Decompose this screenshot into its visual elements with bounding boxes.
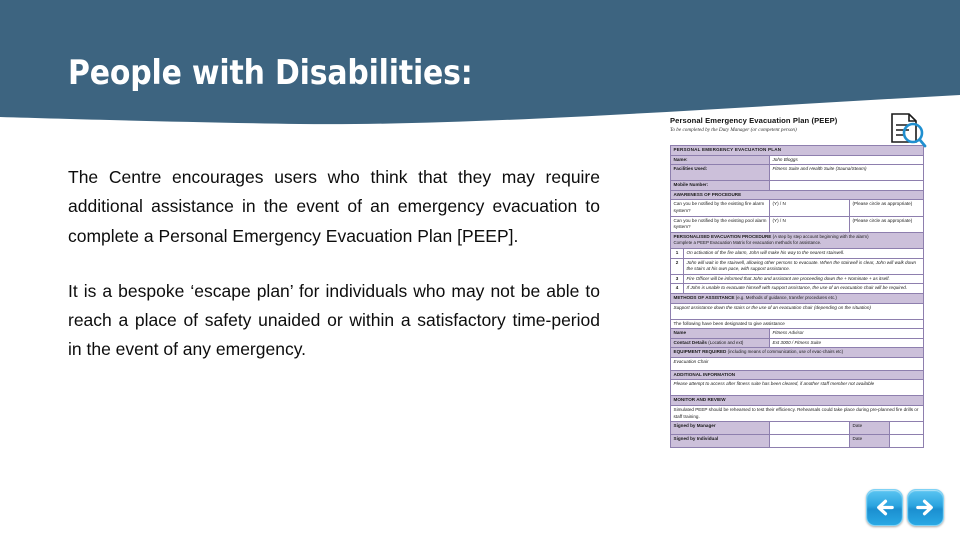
awareness-q2: Can you be notified by the existing pool… — [670, 215, 770, 233]
table-row: 4 If John is unable to evacuate himself … — [670, 283, 925, 294]
awareness-q1: Can you be notified by the existing fire… — [670, 199, 770, 217]
step-number: 2 — [670, 257, 684, 275]
table-row: Signed by Individual Date — [670, 434, 925, 449]
table-row: Contact Details (Location and ext) Ext 3… — [670, 337, 925, 349]
table-row: Can you be notified by the existing pool… — [670, 215, 925, 233]
previous-slide-button[interactable] — [866, 489, 903, 526]
page-title: People with Disabilities: — [68, 53, 473, 93]
step-text: Fire Officer will be informed that John … — [682, 273, 925, 285]
mobile-label: Mobile Number: — [670, 180, 770, 191]
table-row: METHODS OF ASSISTANCE (e.g. Methods of g… — [669, 292, 925, 304]
awareness-q2-note: (Please circle as appropriate) — [848, 215, 925, 233]
assistance-name-label: Name — [670, 328, 770, 339]
signed-individual-value — [769, 434, 850, 449]
table-row: Simulated PEEP should be rehearsed to te… — [669, 405, 925, 423]
peep-form-table: PERSONAL EMERGENCY EVACUATION PLAN Name:… — [669, 145, 925, 449]
awareness-banner: AWARENESS OF PROCEDURE — [669, 189, 925, 201]
awareness-q2-answer: (Y) / N — [769, 215, 850, 233]
facilities-value: Fitness Suite and Health Suite (Sauna/St… — [768, 164, 925, 182]
procedure-banner-note: (A step by step account beginning with t… — [772, 233, 869, 239]
table-row: ADDITIONAL INFORMATION — [669, 369, 925, 381]
step-text: John will wait in the stairwell, allowin… — [682, 257, 925, 275]
name-value: John Bloggs — [768, 154, 925, 166]
table-row: Signed by Manager Date — [670, 421, 925, 436]
contact-value: Ext 3000 / Fitness Suite — [768, 337, 925, 349]
awareness-q1-answer: (Y) / N — [769, 199, 850, 217]
signed-manager-label: Signed by Manager — [670, 421, 770, 436]
awareness-q1-note: (Please circle as appropriate) — [848, 199, 925, 217]
step-number: 4 — [670, 283, 684, 294]
additional-banner: ADDITIONAL INFORMATION — [669, 369, 925, 381]
equipment-banner-title: EQUIPMENT REQUIRED — [673, 349, 727, 355]
contact-label-text: Contact Details — [673, 339, 707, 345]
signed-individual-label: Signed by Individual — [670, 434, 770, 449]
individual-date-label: Date — [849, 434, 890, 449]
table-row: Support assistance down the stairs or th… — [669, 302, 925, 320]
monitor-banner: MONITOR AND REVIEW — [669, 395, 925, 407]
slide-navigation — [866, 489, 944, 527]
procedure-banner-title: PERSONALISED EVACUATION PROCEDURE — [673, 233, 772, 239]
step-text: On activation of the fire alarm, John wi… — [682, 247, 925, 259]
peep-main-banner: PERSONAL EMERGENCY EVACUATION PLAN — [669, 145, 925, 156]
assistance-name-value: Fitness Advisor — [768, 328, 925, 339]
equipment-entry: Evacuation Chair — [669, 356, 925, 371]
table-row: PERSONALISED EVACUATION PROCEDURE (A ste… — [669, 231, 925, 249]
manager-date-label: Date — [849, 421, 890, 436]
next-slide-button[interactable] — [907, 489, 944, 526]
table-row: 2 John will wait in the stairwell, allow… — [670, 257, 925, 275]
facilities-label: Facilities Used: — [670, 164, 770, 182]
table-row: Please attempt to access after fitness s… — [669, 379, 925, 397]
additional-entry: Please attempt to access after fitness s… — [669, 379, 925, 397]
table-row: 1 On activation of the fire alarm, John … — [670, 247, 925, 259]
step-number: 1 — [670, 247, 684, 259]
mobile-value — [768, 180, 925, 191]
designated-label: The following have been designated to gi… — [669, 318, 925, 330]
arrow-left-icon — [873, 496, 896, 519]
assistance-banner-title: METHODS OF ASSISTANCE — [673, 294, 735, 300]
table-row: Can you be notified by the existing fire… — [670, 199, 925, 217]
assistance-banner-note: (e.g. Methods of guidance, transfer proc… — [735, 294, 837, 300]
signed-manager-value — [769, 421, 850, 436]
name-label: Name: — [670, 154, 770, 166]
step-number: 3 — [670, 273, 684, 285]
table-row: MONITOR AND REVIEW — [669, 395, 925, 407]
table-row: The following have been designated to gi… — [669, 318, 925, 330]
manager-date-value — [888, 421, 925, 436]
table-row: Facilities Used: Fitness Suite and Healt… — [670, 164, 925, 182]
procedure-banner-note2: Complete a PEEP Evacuation Matrix for ev… — [673, 240, 822, 246]
table-row: 3 Fire Officer will be informed that Joh… — [670, 273, 925, 285]
monitor-note: Simulated PEEP should be rehearsed to te… — [669, 405, 925, 423]
procedure-banner: PERSONALISED EVACUATION PROCEDURE (A ste… — [669, 231, 925, 249]
assistance-entry: Support assistance down the stairs or th… — [669, 302, 925, 320]
individual-date-value — [888, 434, 925, 449]
step-text: If John is unable to evacuate himself wi… — [682, 283, 925, 294]
paragraph-1: The Centre encourages users who think th… — [68, 167, 600, 246]
table-row: Evacuation Chair — [669, 356, 925, 371]
body-text-block: The Centre encourages users who think th… — [68, 163, 600, 365]
table-row: Name: John Bloggs — [670, 154, 925, 166]
arrow-right-icon — [914, 496, 937, 519]
slide-canvas: People with Disabilities: The Centre enc… — [0, 0, 960, 540]
table-row: PERSONAL EMERGENCY EVACUATION PLAN — [669, 145, 925, 156]
peep-document-image: Personal Emergency Evacuation Plan (PEEP… — [663, 113, 931, 478]
table-row: Name Fitness Advisor — [670, 328, 925, 339]
contact-label: Contact Details (Location and ext) — [670, 337, 770, 349]
table-row: Mobile Number: — [670, 180, 925, 191]
table-row: EQUIPMENT REQUIRED (including means of c… — [669, 347, 925, 358]
table-row: AWARENESS OF PROCEDURE — [669, 189, 925, 201]
assistance-banner: METHODS OF ASSISTANCE (e.g. Methods of g… — [669, 292, 925, 304]
equipment-banner-note: (including means of communication, use o… — [727, 349, 844, 355]
equipment-banner: EQUIPMENT REQUIRED (including means of c… — [669, 347, 925, 358]
paragraph-2: It is a bespoke ‘escape plan’ for indivi… — [68, 280, 600, 360]
contact-label-note: (Location and ext) — [708, 339, 744, 345]
